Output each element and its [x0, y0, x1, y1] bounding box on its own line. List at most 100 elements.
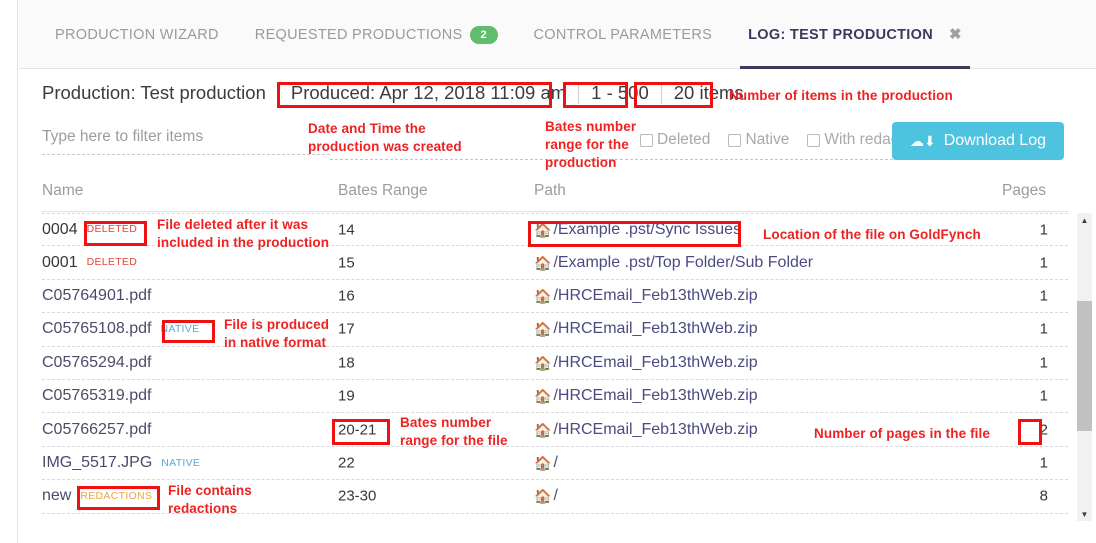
cell-path[interactable]: 🏠 / — [534, 454, 558, 472]
status-badge: NATIVE — [160, 323, 200, 336]
checkbox-box-icon — [640, 133, 653, 147]
tab-count-badge: 2 — [469, 25, 498, 44]
left-rail — [0, 0, 18, 543]
cell-name[interactable]: C05765108.pdf NATIVE — [42, 320, 201, 338]
column-header-path[interactable]: Path — [534, 182, 566, 200]
checkbox-label: Native — [745, 131, 790, 148]
cell-bates-range: 17 — [338, 320, 355, 338]
home-icon: 🏠 — [534, 388, 552, 405]
status-badge: DELETED — [86, 256, 138, 269]
status-badge: REDACTIONS — [80, 490, 153, 503]
cell-path[interactable]: 🏠/Example .pst/Sync Issues — [534, 221, 741, 239]
checkbox-box-icon — [807, 133, 821, 147]
cell-path[interactable]: 🏠/HRCEmail_Feb13thWeb.zip — [534, 387, 758, 405]
status-badge: NATIVE — [161, 456, 201, 469]
cell-name[interactable]: C05764901.pdf — [42, 287, 151, 305]
produced-date: Produced: Apr 12, 2018 11:09 am — [277, 82, 566, 104]
cell-name[interactable]: C05765294.pdf — [42, 354, 151, 372]
cell-bates-range: 16 — [338, 287, 355, 305]
cell-path[interactable]: 🏠/HRCEmail_Feb13thWeb.zip — [534, 421, 758, 439]
annotation-bates-production: Bates number range for the production — [545, 119, 637, 170]
annotation-pages-count: Number of pages in the file — [814, 426, 990, 441]
cell-pages: 1 — [1039, 320, 1048, 338]
table-row[interactable]: C05765319.pdf 19 🏠/HRCEmail_Feb13thWeb.zip… — [42, 380, 1068, 414]
annotation-bates-file: Bates number range for the file — [400, 415, 508, 448]
file-name: 0001 — [42, 253, 78, 271]
annotation-path-location: Location of the file on GoldFynch — [763, 227, 981, 242]
page-title: Production: Test production — [42, 82, 266, 103]
file-name: C05764901.pdf — [42, 286, 152, 304]
table-row[interactable]: C05764901.pdf 16 🏠/HRCEmail_Feb13thWeb.zip… — [42, 280, 1068, 314]
table-header: Name Bates Range Path Pages — [42, 182, 1068, 210]
tab-log-test-production[interactable]: LOG: TEST PRODUCTION ✖ — [730, 0, 980, 69]
column-header-pages[interactable]: Pages — [1002, 182, 1046, 200]
cell-path[interactable]: 🏠/HRCEmail_Feb13thWeb.zip — [534, 354, 758, 372]
home-icon: 🏠 — [534, 421, 552, 438]
path-text: /Example .pst/Sync Issues — [553, 220, 742, 238]
cell-bates-range: 23-30 — [338, 487, 377, 505]
cell-bates-range: 15 — [338, 254, 355, 272]
tab-label: LOG: TEST PRODUCTION — [748, 26, 933, 43]
path-text: /HRCEmail_Feb13thWeb.zip — [553, 320, 758, 338]
download-log-label: Download Log — [943, 132, 1046, 149]
scroll-down-arrow-icon[interactable]: ▼ — [1077, 507, 1092, 521]
cell-name[interactable]: IMG_5517.JPG NATIVE — [42, 454, 202, 472]
file-name: 0004 — [42, 220, 78, 238]
cell-pages: 1 — [1039, 387, 1048, 405]
cell-path[interactable]: 🏠/HRCEmail_Feb13thWeb.zip — [534, 320, 758, 338]
cell-pages: 8 — [1039, 487, 1048, 505]
scrollbar-thumb[interactable] — [1077, 301, 1092, 431]
close-icon[interactable]: ✖ — [949, 27, 962, 42]
cell-pages: 1 — [1039, 354, 1048, 372]
tab-production-wizard[interactable]: PRODUCTION WIZARD — [37, 0, 237, 69]
scroll-up-arrow-icon[interactable]: ▲ — [1077, 213, 1092, 227]
checkbox-box-icon — [728, 133, 742, 147]
cell-pages: 2 — [1039, 421, 1048, 439]
table-scrollbar[interactable]: ▲ ▼ — [1077, 213, 1092, 521]
cell-name[interactable]: C05765319.pdf — [42, 387, 151, 405]
cell-pages: 1 — [1039, 454, 1048, 472]
column-header-name[interactable]: Name — [42, 182, 83, 200]
tab-label: CONTROL PARAMETERS — [533, 26, 713, 43]
cell-path[interactable]: 🏠/Example .pst/Top Folder/Sub Folder — [534, 254, 813, 272]
annotation-redactions-file: File contains redactions — [168, 483, 252, 516]
status-badge: DELETED — [86, 223, 138, 236]
cell-name[interactable]: 0004 DELETED — [42, 221, 139, 239]
home-icon: 🏠 — [534, 287, 552, 304]
table-row[interactable]: C05765294.pdf 18 🏠/HRCEmail_Feb13thWeb.zip… — [42, 347, 1068, 380]
table-row[interactable]: IMG_5517.JPG NATIVE 22 🏠/ 1 — [42, 447, 1068, 481]
filter-input[interactable] — [42, 128, 330, 155]
path-text: /HRCEmail_Feb13thWeb.zip — [553, 420, 758, 438]
filter-field-wrapper — [42, 128, 330, 155]
cell-name[interactable]: new REDACTIONS — [42, 487, 154, 505]
cell-pages: 1 — [1039, 254, 1048, 272]
column-header-bates[interactable]: Bates Range — [338, 182, 428, 200]
cloud-download-icon: ☁⬇ — [909, 133, 936, 149]
cell-path[interactable]: 🏠/HRCEmail_Feb13thWeb.zip — [534, 287, 758, 305]
cell-bates-range: 18 — [338, 354, 355, 372]
checkbox-deleted[interactable]: Deleted — [640, 131, 710, 149]
home-icon: 🏠 — [534, 254, 552, 271]
cell-path[interactable]: 🏠 / — [534, 487, 558, 505]
download-log-button[interactable]: ☁⬇ Download Log — [891, 122, 1064, 160]
tab-list: PRODUCTION WIZARD REQUESTED PRODUCTIONS … — [37, 0, 980, 69]
path-text: / — [553, 453, 558, 471]
cell-bates-range: 14 — [338, 221, 355, 239]
cell-pages: 1 — [1039, 221, 1048, 239]
table-header-divider — [42, 211, 1068, 212]
checkbox-native[interactable]: Native — [728, 131, 789, 149]
cell-name[interactable]: 0001 DELETED — [42, 254, 139, 272]
cell-name[interactable]: C05766257.pdf — [42, 421, 151, 439]
tab-requested-productions[interactable]: REQUESTED PRODUCTIONS 2 — [237, 0, 516, 69]
tab-control-parameters[interactable]: CONTROL PARAMETERS — [516, 0, 731, 69]
home-icon: 🏠 — [534, 488, 552, 505]
path-text: /HRCEmail_Feb13thWeb.zip — [553, 387, 758, 405]
path-text: /HRCEmail_Feb13thWeb.zip — [553, 353, 758, 371]
table-row[interactable]: C05765108.pdf NATIVE 17 🏠/HRCEmail_Feb13thW… — [42, 313, 1068, 347]
tab-label: PRODUCTION WIZARD — [55, 26, 219, 43]
path-text: /Example .pst/Top Folder/Sub Folder — [553, 253, 814, 271]
filter-checkbox-group: Deleted Native With redactions — [640, 131, 931, 149]
file-name: C05765294.pdf — [42, 353, 152, 371]
tab-bar: PRODUCTION WIZARD REQUESTED PRODUCTIONS … — [19, 0, 1096, 69]
annotation-date-time: Date and Time the production was created — [308, 121, 462, 154]
